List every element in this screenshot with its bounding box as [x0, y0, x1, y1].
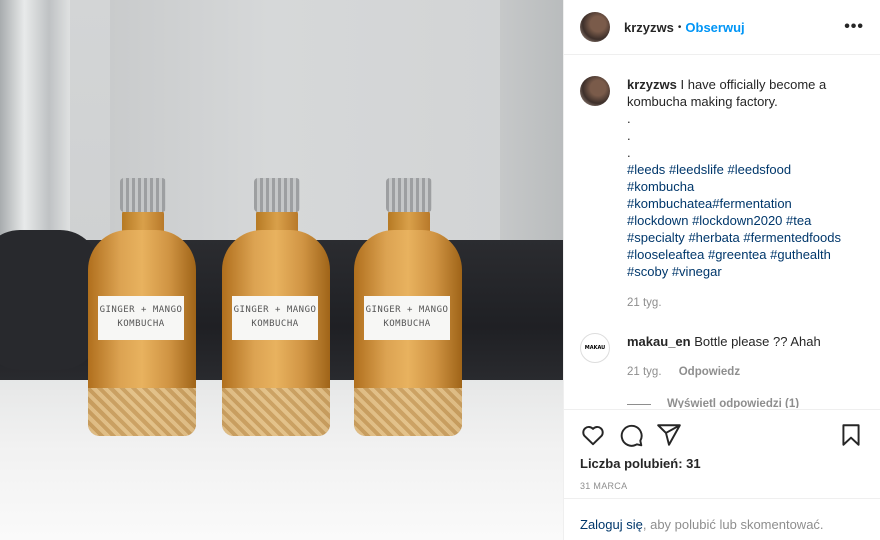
- hashtag-link[interactable]: #leedsfood: [728, 162, 792, 177]
- author-username[interactable]: krzyzws: [624, 20, 674, 35]
- more-options-icon[interactable]: •••: [844, 18, 864, 36]
- reply-button[interactable]: Odpowiedz: [679, 366, 740, 378]
- caption-avatar[interactable]: [580, 76, 610, 106]
- comment-actions: 21 tyg. Odpowiedz: [627, 366, 821, 378]
- follow-button[interactable]: Obserwuj: [685, 20, 744, 35]
- comment-body: makau_en Bottle please ?? Ahah 21 tyg. O…: [627, 333, 821, 378]
- separator-dot: •: [677, 21, 682, 33]
- hashtag-link[interactable]: #looseleaftea: [627, 247, 704, 262]
- action-icons: [580, 422, 864, 448]
- hashtag-list: #leeds #leedslife #leedsfood #kombucha #…: [627, 161, 859, 280]
- commenter-username[interactable]: makau_en: [627, 334, 691, 349]
- caption-dot: .: [627, 145, 631, 160]
- hashtag-link[interactable]: #lockdown: [627, 213, 688, 228]
- bottle-label: GINGER + MANGO KOMBUCHA: [98, 296, 184, 340]
- hashtag-link[interactable]: #fermentation: [712, 196, 792, 211]
- likes-count[interactable]: Liczba polubień: 31: [580, 456, 864, 471]
- hashtag-link[interactable]: #kombuchatea: [627, 196, 712, 211]
- comment-timestamp[interactable]: 21 tyg.: [627, 366, 662, 378]
- login-link[interactable]: Zaloguj się: [580, 517, 643, 532]
- hashtag-link[interactable]: #tea: [786, 213, 811, 228]
- post-sidebar: krzyzws • Obserwuj ••• krzyzws I have of…: [563, 0, 880, 540]
- instagram-post: GINGER + MANGO KOMBUCHA GINGER + MANGO KOM…: [0, 0, 880, 540]
- hashtag-link[interactable]: #vinegar: [672, 264, 722, 279]
- caption-timestamp[interactable]: 21 tyg.: [627, 297, 864, 309]
- hashtag-link[interactable]: #greentea: [708, 247, 767, 262]
- comments-section[interactable]: krzyzws I have officially become a kombu…: [564, 56, 880, 408]
- comment-icon[interactable]: [618, 422, 644, 448]
- hashtag-link[interactable]: #herbata: [688, 230, 739, 245]
- login-prompt: Zaloguj się, aby polubić lub skomentować…: [564, 498, 880, 532]
- commenter-avatar[interactable]: MAKAU: [580, 333, 610, 363]
- hashtag-link[interactable]: #specialty: [627, 230, 685, 245]
- kombucha-bottle: GINGER + MANGO KOMBUCHA: [212, 178, 330, 438]
- share-icon[interactable]: [656, 422, 682, 448]
- hashtag-link[interactable]: #fermentedfoods: [743, 230, 841, 245]
- hashtag-link[interactable]: #lockdown2020: [692, 213, 782, 228]
- author-avatar[interactable]: [580, 12, 610, 42]
- replies-divider: [627, 403, 651, 405]
- post-header: krzyzws • Obserwuj •••: [564, 0, 880, 55]
- view-replies-button[interactable]: Wyświetl odpowiedzi (1): [627, 398, 864, 408]
- caption-username[interactable]: krzyzws: [627, 77, 677, 92]
- bookmark-icon[interactable]: [838, 422, 864, 448]
- bottle-label: GINGER + MANGO KOMBUCHA: [364, 296, 450, 340]
- post-actions: Liczba polubień: 31 31 MARCA: [564, 409, 880, 491]
- kombucha-bottle: GINGER + MANGO KOMBUCHA: [344, 178, 462, 438]
- hashtag-link[interactable]: #scoby: [627, 264, 668, 279]
- login-prompt-text: , aby polubić lub skomentować.: [642, 517, 824, 532]
- comment-item: MAKAU makau_en Bottle please ?? Ahah 21 …: [580, 333, 864, 378]
- comment-text: Bottle please ?? Ahah: [694, 334, 821, 349]
- caption: krzyzws I have officially become a kombu…: [580, 76, 864, 280]
- kombucha-bottle: GINGER + MANGO KOMBUCHA: [78, 178, 196, 438]
- post-date[interactable]: 31 MARCA: [580, 481, 864, 491]
- hashtag-link[interactable]: #guthealth: [770, 247, 831, 262]
- caption-dot: .: [627, 111, 631, 126]
- bottle-label: GINGER + MANGO KOMBUCHA: [232, 296, 318, 340]
- hashtag-link[interactable]: #leedslife: [669, 162, 724, 177]
- hashtag-link[interactable]: #kombucha: [627, 179, 694, 194]
- post-photo[interactable]: GINGER + MANGO KOMBUCHA GINGER + MANGO KOM…: [0, 0, 563, 540]
- caption-dot: .: [627, 128, 631, 143]
- heart-icon[interactable]: [580, 422, 606, 448]
- view-replies-label: Wyświetl odpowiedzi (1): [667, 398, 800, 408]
- caption-text: krzyzws I have officially become a kombu…: [627, 76, 859, 280]
- hashtag-link[interactable]: #leeds: [627, 162, 665, 177]
